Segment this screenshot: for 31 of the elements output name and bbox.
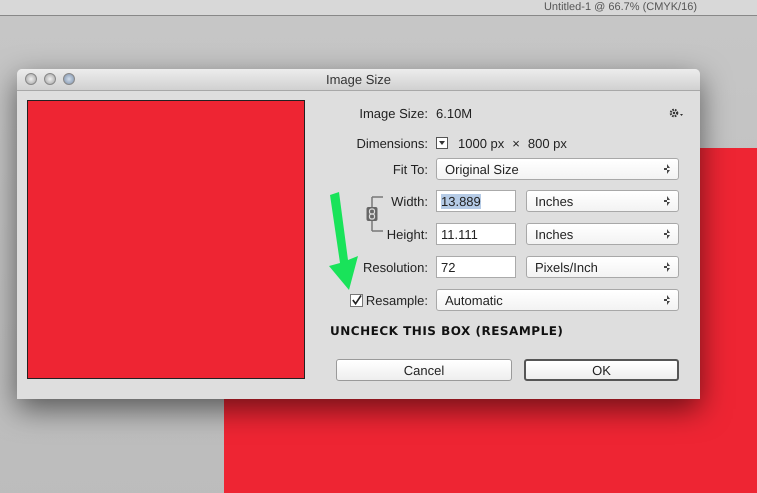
pixel-height: 800 px	[528, 136, 567, 150]
pixel-width: 1000 px	[458, 136, 504, 150]
resolution-field[interactable]: 72	[436, 256, 516, 278]
ok-button[interactable]: OK	[524, 359, 679, 381]
field-label: Height:	[386, 226, 428, 242]
field-label: Fit To:	[392, 162, 428, 176]
instruction-caption: UNCHECK THIS BOX (RESAMPLE)	[330, 323, 564, 340]
field-label: Width:	[390, 194, 428, 208]
cancel-button[interactable]: Cancel	[336, 359, 512, 381]
field-label: Image Size:	[358, 106, 428, 120]
unit-dropdown[interactable]: Pixels/Inch	[526, 256, 679, 278]
close-button[interactable]	[25, 73, 37, 85]
image-size-value: 6.10M	[436, 106, 472, 120]
zoom-button[interactable]	[63, 73, 75, 85]
unit-dropdown[interactable]: Inches	[526, 223, 679, 245]
height-field[interactable]: 11.111	[436, 223, 516, 245]
field-label: Resample:	[366, 292, 428, 308]
resample-checkbox[interactable]	[350, 294, 363, 306]
link-icon[interactable]	[366, 195, 384, 233]
settings-icon[interactable]	[668, 107, 684, 119]
fit-to-dropdown[interactable]: Original Size	[436, 158, 679, 180]
times-sign: ×	[512, 136, 520, 150]
field-label: Resolution:	[362, 260, 428, 274]
resample-dropdown[interactable]: Automatic	[436, 289, 679, 311]
minimize-button[interactable]	[44, 73, 56, 85]
dropdown-icon[interactable]	[436, 137, 448, 149]
field-label: Dimensions:	[355, 136, 428, 150]
window-title: Untitled-1 @ 66.7% (CMYK/16)	[544, 0, 697, 15]
unit-dropdown[interactable]: Inches	[526, 190, 679, 212]
width-field[interactable]: 13.889	[436, 190, 516, 212]
dialog-title: Image Size	[326, 72, 392, 87]
